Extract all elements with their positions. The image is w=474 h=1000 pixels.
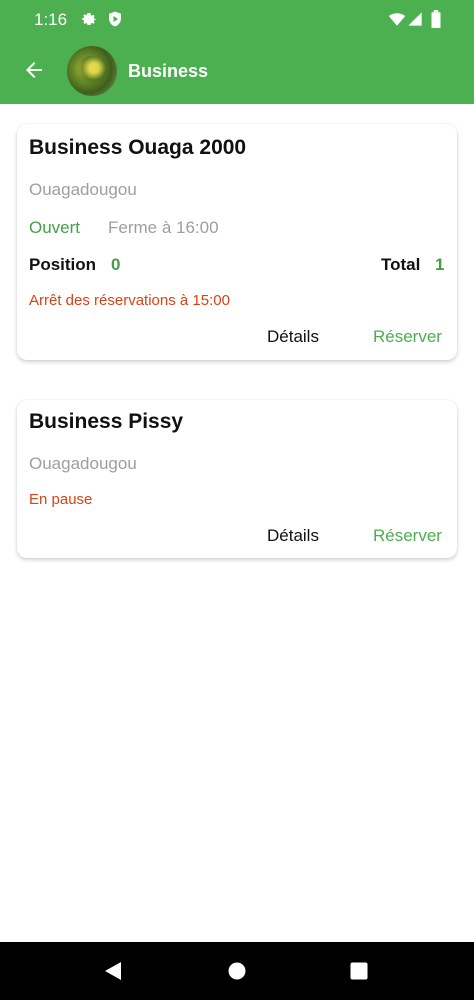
signal-icon xyxy=(407,10,423,33)
total-label: Total xyxy=(381,255,421,274)
business-name: Business Ouaga 2000 xyxy=(29,136,247,159)
business-avatar xyxy=(67,46,117,96)
page-title: Business xyxy=(128,61,209,81)
nav-recents-icon[interactable] xyxy=(350,962,368,985)
business-city: Ouagadougou xyxy=(29,180,137,199)
pause-status: En pause xyxy=(29,491,93,508)
gear-icon xyxy=(80,10,98,33)
business-card[interactable]: Business Ouaga 2000 Ouagadougou Ouvert F… xyxy=(17,124,457,360)
position-value: 0 xyxy=(111,255,121,274)
business-city: Ouagadougou xyxy=(29,454,137,473)
open-status: Ouvert xyxy=(29,218,81,237)
business-card[interactable]: Business Pissy Ouagadougou En pause Déta… xyxy=(17,400,457,558)
wifi-icon xyxy=(388,10,406,33)
back-arrow-icon[interactable] xyxy=(22,58,46,82)
reserve-button[interactable]: Réserver xyxy=(373,327,442,347)
app-bar: Business xyxy=(0,38,474,104)
reservation-notice: Arrêt des réservations à 15:00 xyxy=(29,292,230,309)
total-value: 1 xyxy=(435,255,445,274)
system-nav-bar xyxy=(0,942,474,1000)
details-button[interactable]: Détails xyxy=(267,526,319,546)
shield-play-icon xyxy=(106,10,124,33)
battery-icon xyxy=(430,10,442,33)
closing-time: Ferme à 16:00 xyxy=(108,218,219,237)
status-bar: 1:16 xyxy=(0,0,474,38)
nav-back-icon[interactable] xyxy=(104,962,122,985)
nav-home-icon[interactable] xyxy=(228,962,246,985)
details-button[interactable]: Détails xyxy=(267,327,319,347)
business-name: Business Pissy xyxy=(29,410,184,433)
status-time: 1:16 xyxy=(34,10,68,29)
position-label: Position xyxy=(29,255,97,274)
reserve-button[interactable]: Réserver xyxy=(373,526,442,546)
